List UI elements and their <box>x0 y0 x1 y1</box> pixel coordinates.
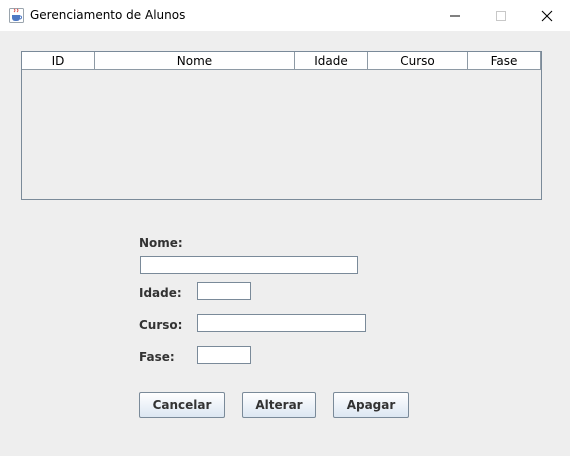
fase-label: Fase: <box>139 350 175 364</box>
column-header-curso[interactable]: Curso <box>368 52 468 70</box>
column-header-nome[interactable]: Nome <box>95 52 295 70</box>
fase-field[interactable] <box>197 346 251 364</box>
java-icon[interactable] <box>9 8 24 23</box>
idade-field[interactable] <box>197 282 251 300</box>
column-header-idade[interactable]: Idade <box>295 52 368 70</box>
alterar-button[interactable]: Alterar <box>242 392 316 418</box>
apagar-button[interactable]: Apagar <box>333 392 409 418</box>
curso-field[interactable] <box>197 314 366 332</box>
maximize-icon <box>496 10 506 21</box>
minimize-button[interactable] <box>432 0 478 31</box>
close-button[interactable] <box>524 0 570 31</box>
table-header: ID Nome Idade Curso Fase <box>22 52 541 71</box>
title-bar: Gerenciamento de Alunos <box>0 0 570 31</box>
close-icon <box>541 10 553 21</box>
alunos-table[interactable]: ID Nome Idade Curso Fase <box>21 51 542 200</box>
column-header-id[interactable]: ID <box>22 52 95 70</box>
idade-label: Idade: <box>139 286 182 300</box>
nome-field[interactable] <box>140 256 358 274</box>
maximize-button[interactable] <box>478 0 524 31</box>
window-title: Gerenciamento de Alunos <box>30 8 186 22</box>
curso-label: Curso: <box>139 318 183 332</box>
content-pane: ID Nome Idade Curso Fase Nome: Idade: Cu… <box>0 31 570 456</box>
column-header-fase[interactable]: Fase <box>468 52 541 70</box>
minimize-icon <box>450 15 460 16</box>
cancelar-button[interactable]: Cancelar <box>139 392 225 418</box>
nome-label: Nome: <box>139 236 183 250</box>
